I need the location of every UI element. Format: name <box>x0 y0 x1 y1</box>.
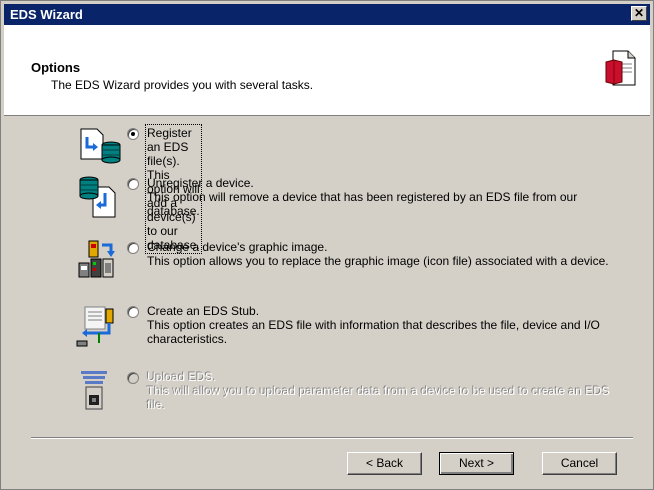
option-change-image-label[interactable]: Change a device's graphic image. This op… <box>147 240 617 268</box>
create-stub-icon <box>75 303 123 347</box>
cancel-button[interactable]: Cancel <box>542 452 617 475</box>
radio-register-eds[interactable] <box>127 128 139 140</box>
page-subtitle: The EDS Wizard provides you with several… <box>51 78 314 92</box>
radio-create-stub[interactable] <box>127 306 139 318</box>
option-description: This option will remove a device that ha… <box>147 190 578 218</box>
wizard-header: Options The EDS Wizard provides you with… <box>4 25 650 116</box>
footer-divider <box>31 437 633 439</box>
upload-eds-icon <box>75 369 123 410</box>
option-create-stub-label[interactable]: Create an EDS Stub. This option creates … <box>147 304 617 346</box>
radio-change-image[interactable] <box>127 242 139 254</box>
title-bar[interactable]: EDS Wizard ✕ <box>4 4 650 25</box>
next-button[interactable]: Next > <box>439 452 514 475</box>
change-image-icon <box>75 239 123 279</box>
option-title: Upload EDS. <box>147 370 217 384</box>
page-title: Options <box>31 60 81 75</box>
radio-unregister-device[interactable] <box>127 178 139 190</box>
option-title: Unregister a device. <box>147 176 254 190</box>
radio-upload-eds <box>127 372 139 384</box>
unregister-device-icon <box>75 175 123 218</box>
option-title: Change a device's graphic image. <box>147 240 328 254</box>
option-upload-eds-label: Upload EDS. This will allow you to uploa… <box>147 370 617 412</box>
option-description: This will allow you to upload parameter … <box>147 384 610 412</box>
close-icon: ✕ <box>633 6 645 20</box>
register-eds-icon <box>75 125 123 165</box>
option-unregister-label[interactable]: Unregister a device. This option will re… <box>147 176 617 218</box>
option-description: This option allows you to replace the gr… <box>147 254 609 268</box>
option-description: This option creates an EDS file with inf… <box>147 318 600 346</box>
option-title: Create an EDS Stub. <box>147 304 260 318</box>
close-button[interactable]: ✕ <box>631 6 647 21</box>
option-title: Register an EDS file(s). <box>147 126 192 168</box>
eds-wizard-window: EDS Wizard ✕ Options The EDS Wizard prov… <box>0 0 654 490</box>
window-title: EDS Wizard <box>10 7 83 22</box>
back-button[interactable]: < Back <box>347 452 422 475</box>
document-icon <box>604 50 636 89</box>
